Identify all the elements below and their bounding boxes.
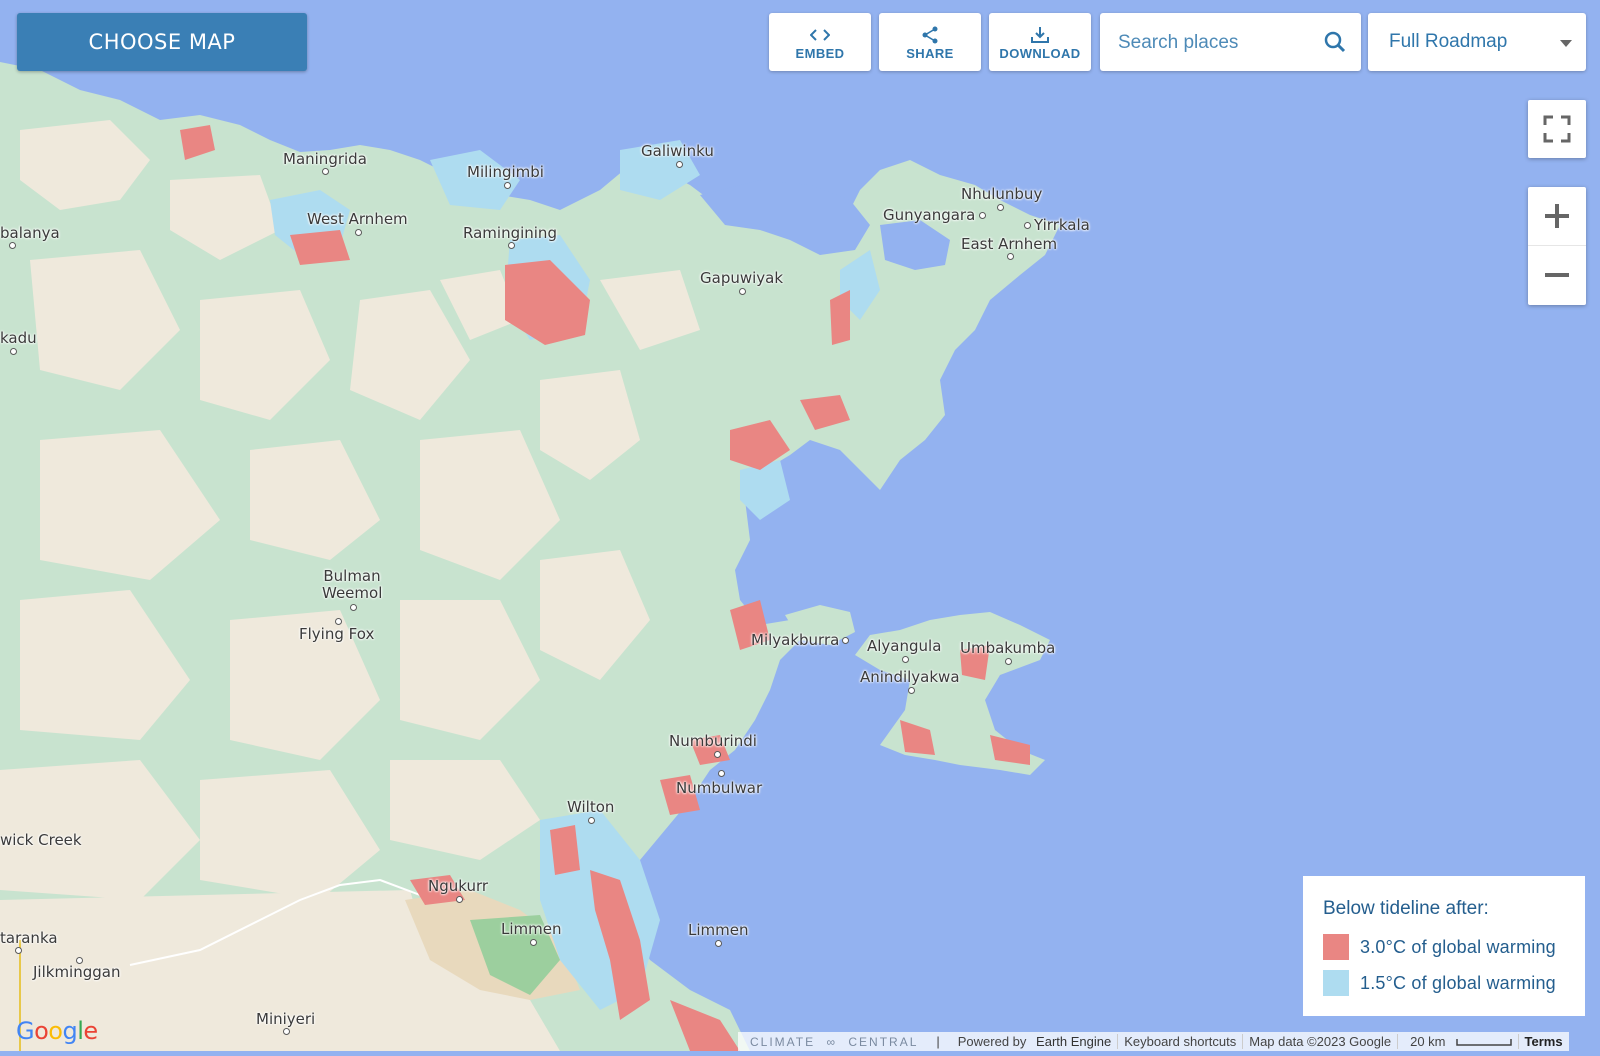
place-label[interactable]: Alyangula xyxy=(867,638,941,655)
place-marker xyxy=(842,637,849,644)
place-label[interactable]: Bulman Weemol xyxy=(322,568,382,602)
zoom-out-button[interactable] xyxy=(1528,246,1586,304)
place-label[interactable]: Gunyangara xyxy=(883,207,975,224)
choose-map-button[interactable]: CHOOSE MAP xyxy=(17,13,307,71)
place-label[interactable]: Maningrida xyxy=(283,151,367,168)
legend-swatch-1-5c xyxy=(1323,970,1349,996)
search-box[interactable] xyxy=(1100,13,1361,73)
legend-item: 1.5°C of global warming xyxy=(1323,970,1565,996)
place-label[interactable]: kadu xyxy=(0,330,37,347)
place-marker xyxy=(718,770,725,777)
place-label[interactable]: Nhulunbuy xyxy=(961,186,1042,203)
place-marker xyxy=(979,212,986,219)
place-label[interactable]: Galiwinku xyxy=(641,143,714,160)
legend-item: 3.0°C of global warming xyxy=(1323,934,1565,960)
place-label[interactable]: West Arnhem xyxy=(307,211,408,228)
place-marker xyxy=(504,182,511,189)
share-button[interactable]: SHARE xyxy=(879,13,981,71)
place-marker xyxy=(530,939,537,946)
legend-label: 1.5°C of global warming xyxy=(1360,972,1556,993)
place-marker xyxy=(588,817,595,824)
download-button[interactable]: DOWNLOAD xyxy=(989,13,1091,71)
legend-title: Below tideline after: xyxy=(1323,898,1489,919)
place-label[interactable]: Ngukurr xyxy=(428,878,488,895)
legend-label: 3.0°C of global warming xyxy=(1360,936,1556,957)
place-marker xyxy=(10,348,17,355)
search-icon[interactable] xyxy=(1323,30,1347,59)
download-label: DOWNLOAD xyxy=(999,45,1081,61)
place-label[interactable]: Numburindi xyxy=(669,733,757,750)
map-style-select[interactable]: Full Roadmap xyxy=(1368,13,1586,71)
fullscreen-button[interactable] xyxy=(1528,100,1586,158)
place-marker xyxy=(739,288,746,295)
place-marker xyxy=(1005,658,1012,665)
map-style-value: Full Roadmap xyxy=(1389,31,1508,52)
keyboard-shortcuts-link[interactable]: Keyboard shortcuts xyxy=(1117,1034,1242,1049)
share-icon xyxy=(921,24,939,46)
search-input[interactable] xyxy=(1100,13,1330,73)
share-label: SHARE xyxy=(906,45,954,61)
place-marker xyxy=(1024,222,1031,229)
minus-icon xyxy=(1545,273,1569,277)
place-marker xyxy=(902,656,909,663)
place-label[interactable]: Gapuwiyak xyxy=(700,270,783,287)
place-label[interactable]: Umbakumba xyxy=(960,640,1055,657)
place-marker xyxy=(508,242,515,249)
place-marker xyxy=(283,1028,290,1035)
powered-by: Powered by Earth Engine xyxy=(957,1034,1112,1049)
google-logo[interactable]: Google xyxy=(16,1017,98,1045)
place-label[interactable]: Numbulwar xyxy=(676,780,762,797)
place-marker xyxy=(350,604,357,611)
place-label[interactable]: East Arnhem xyxy=(961,236,1057,253)
scale-bar: 20 km xyxy=(1397,1034,1517,1049)
embed-button[interactable]: EMBED xyxy=(769,13,871,71)
place-label[interactable]: wick Creek xyxy=(0,832,82,849)
place-label[interactable]: balanya xyxy=(0,225,60,242)
place-marker xyxy=(714,751,721,758)
place-label[interactable]: Jilkminggan xyxy=(33,964,120,981)
place-label[interactable]: Anindilyakwa xyxy=(860,669,960,686)
embed-label: EMBED xyxy=(795,45,845,61)
zoom-in-button[interactable] xyxy=(1528,187,1586,246)
code-icon xyxy=(810,24,830,46)
place-label[interactable]: taranka xyxy=(0,930,58,947)
zoom-controls xyxy=(1528,187,1586,305)
place-label[interactable]: Wilton xyxy=(567,799,614,816)
place-marker xyxy=(322,168,329,175)
place-marker xyxy=(908,687,915,694)
place-marker xyxy=(355,229,362,236)
place-label[interactable]: Yirrkala xyxy=(1034,217,1090,234)
legend-swatch-3c xyxy=(1323,934,1349,960)
legend: Below tideline after: 3.0°C of global wa… xyxy=(1303,876,1585,1016)
map-data-text: Map data ©2023 Google xyxy=(1242,1034,1397,1049)
terms-link[interactable]: Terms xyxy=(1517,1034,1569,1049)
place-label[interactable]: Milingimbi xyxy=(467,164,544,181)
plus-icon xyxy=(1545,204,1569,228)
place-marker xyxy=(676,161,683,168)
place-marker xyxy=(15,947,22,954)
place-label[interactable]: Milyakburra xyxy=(751,632,839,649)
climate-central-logo[interactable]: CLIMATE ∞ CENTRAL xyxy=(738,1035,930,1049)
attribution-bar: CLIMATE ∞ CENTRAL | Powered by Earth Eng… xyxy=(738,1032,1569,1051)
download-icon xyxy=(1030,24,1050,46)
place-marker xyxy=(997,204,1004,211)
chevron-down-icon xyxy=(1560,40,1572,47)
place-marker xyxy=(1007,253,1014,260)
place-label[interactable]: Miniyeri xyxy=(256,1011,315,1028)
place-label[interactable]: Flying Fox xyxy=(299,626,374,643)
place-label[interactable]: Limmen xyxy=(688,922,748,939)
place-label[interactable]: Ramingining xyxy=(463,225,557,242)
place-marker xyxy=(715,940,722,947)
attribution-separator: | xyxy=(936,1034,940,1049)
place-marker xyxy=(9,242,16,249)
place-marker xyxy=(456,896,463,903)
place-marker xyxy=(76,957,83,964)
fullscreen-icon xyxy=(1543,115,1571,143)
place-marker xyxy=(335,618,342,625)
place-label[interactable]: Limmen xyxy=(501,921,561,938)
